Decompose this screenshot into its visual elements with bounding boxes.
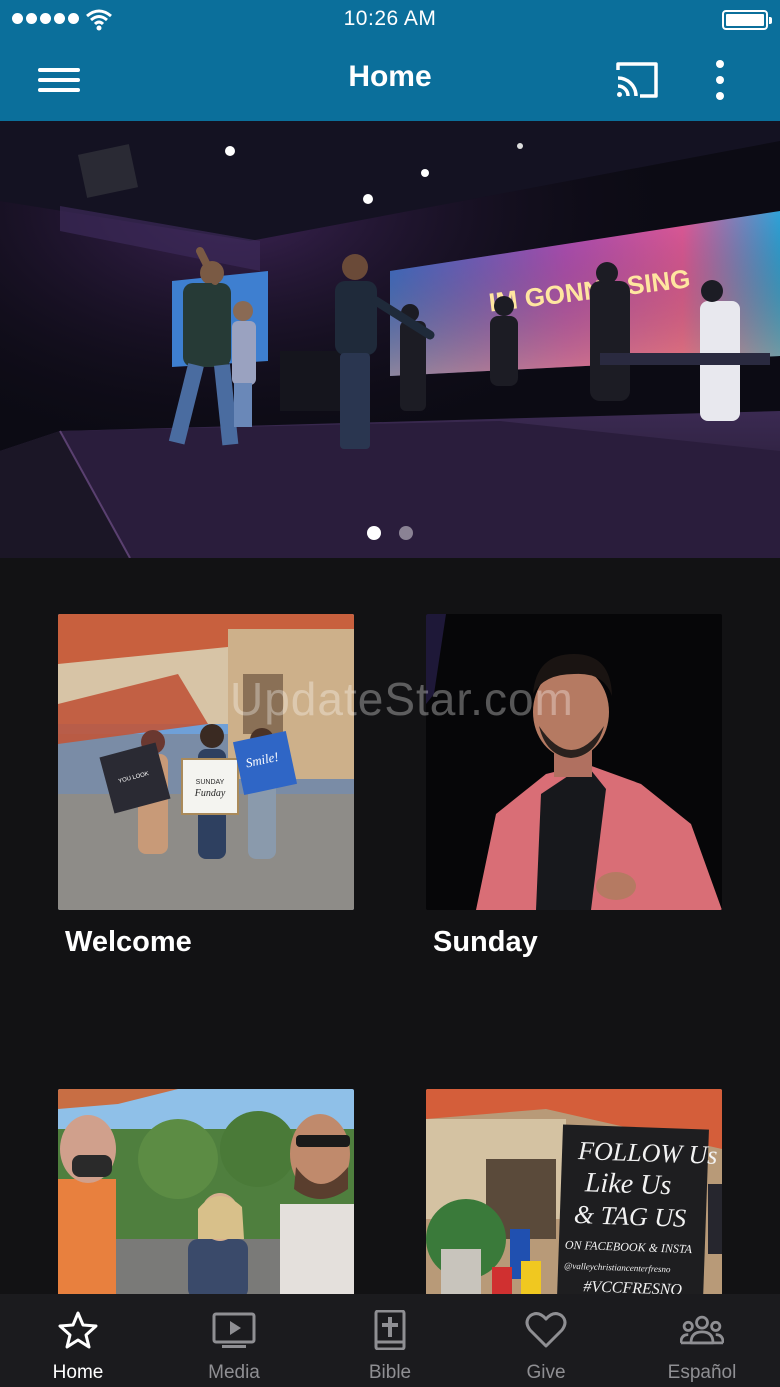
group-icon bbox=[680, 1315, 724, 1345]
nav-label-give: Give bbox=[526, 1362, 566, 1383]
welcome-photo[interactable]: SUNDAY Funday Smile! YOU LOOK bbox=[58, 614, 354, 910]
status-bar: 10:26 AM bbox=[0, 0, 780, 40]
nav-label-espanol: Español bbox=[667, 1362, 737, 1383]
tv-play-icon bbox=[212, 1312, 256, 1348]
app-bar: Home bbox=[0, 40, 780, 121]
status-time: 10:26 AM bbox=[343, 7, 437, 30]
nav-give[interactable]: Give bbox=[468, 1294, 624, 1387]
svg-text:Funday: Funday bbox=[194, 788, 226, 799]
battery-icon bbox=[722, 10, 772, 30]
hero-carousel[interactable]: IM GONNA SING bbox=[0, 121, 780, 558]
cast-icon[interactable] bbox=[612, 58, 662, 102]
worship-stage-photo: IM GONNA SING bbox=[0, 121, 780, 558]
heart-icon bbox=[525, 1312, 567, 1348]
tile-sunday[interactable]: Sunday bbox=[426, 614, 722, 959]
community-photo[interactable] bbox=[58, 1089, 354, 1299]
chalk-line-3: & TAG US bbox=[573, 1200, 686, 1233]
more-options-icon[interactable] bbox=[705, 58, 735, 102]
chalk-line-2: Like Us bbox=[583, 1167, 671, 1201]
nav-label-home: Home bbox=[52, 1362, 104, 1383]
nav-label-bible: Bible bbox=[368, 1362, 412, 1383]
star-icon bbox=[58, 1311, 98, 1349]
sunday-pastor-photo[interactable] bbox=[426, 614, 722, 910]
app-screen: 10:26 AM Home IM GONNA SING SUNDAY Funda… bbox=[0, 0, 780, 1387]
nav-home[interactable]: Home bbox=[0, 1294, 156, 1387]
chalk-line-1: FOLLOW Us bbox=[577, 1136, 718, 1170]
nav-espanol[interactable]: Español bbox=[624, 1294, 780, 1387]
bible-icon bbox=[374, 1310, 406, 1350]
nav-bible[interactable]: Bible bbox=[312, 1294, 468, 1387]
carousel-pagination bbox=[0, 526, 780, 540]
tile-label: Welcome bbox=[65, 926, 192, 958]
social-chalkboard-photo[interactable]: FOLLOW Us Like Us & TAG US ON FACEBOOK &… bbox=[426, 1089, 722, 1299]
page-title: Home bbox=[348, 60, 432, 93]
nav-media[interactable]: Media bbox=[156, 1294, 312, 1387]
tile-social[interactable]: FOLLOW Us Like Us & TAG US ON FACEBOOK &… bbox=[426, 1089, 722, 1315]
nav-label-media: Media bbox=[208, 1362, 260, 1383]
bottom-navigation: Home Media Bible Give Español bbox=[0, 1294, 780, 1387]
carousel-dot-2[interactable] bbox=[399, 526, 413, 540]
tile-community[interactable] bbox=[58, 1089, 354, 1315]
carousel-dot-1[interactable] bbox=[367, 526, 381, 540]
tile-label: Sunday bbox=[433, 926, 538, 958]
tile-welcome[interactable]: SUNDAY Funday Smile! YOU LOOK Welcome bbox=[58, 614, 354, 959]
svg-text:SUNDAY: SUNDAY bbox=[196, 779, 225, 786]
